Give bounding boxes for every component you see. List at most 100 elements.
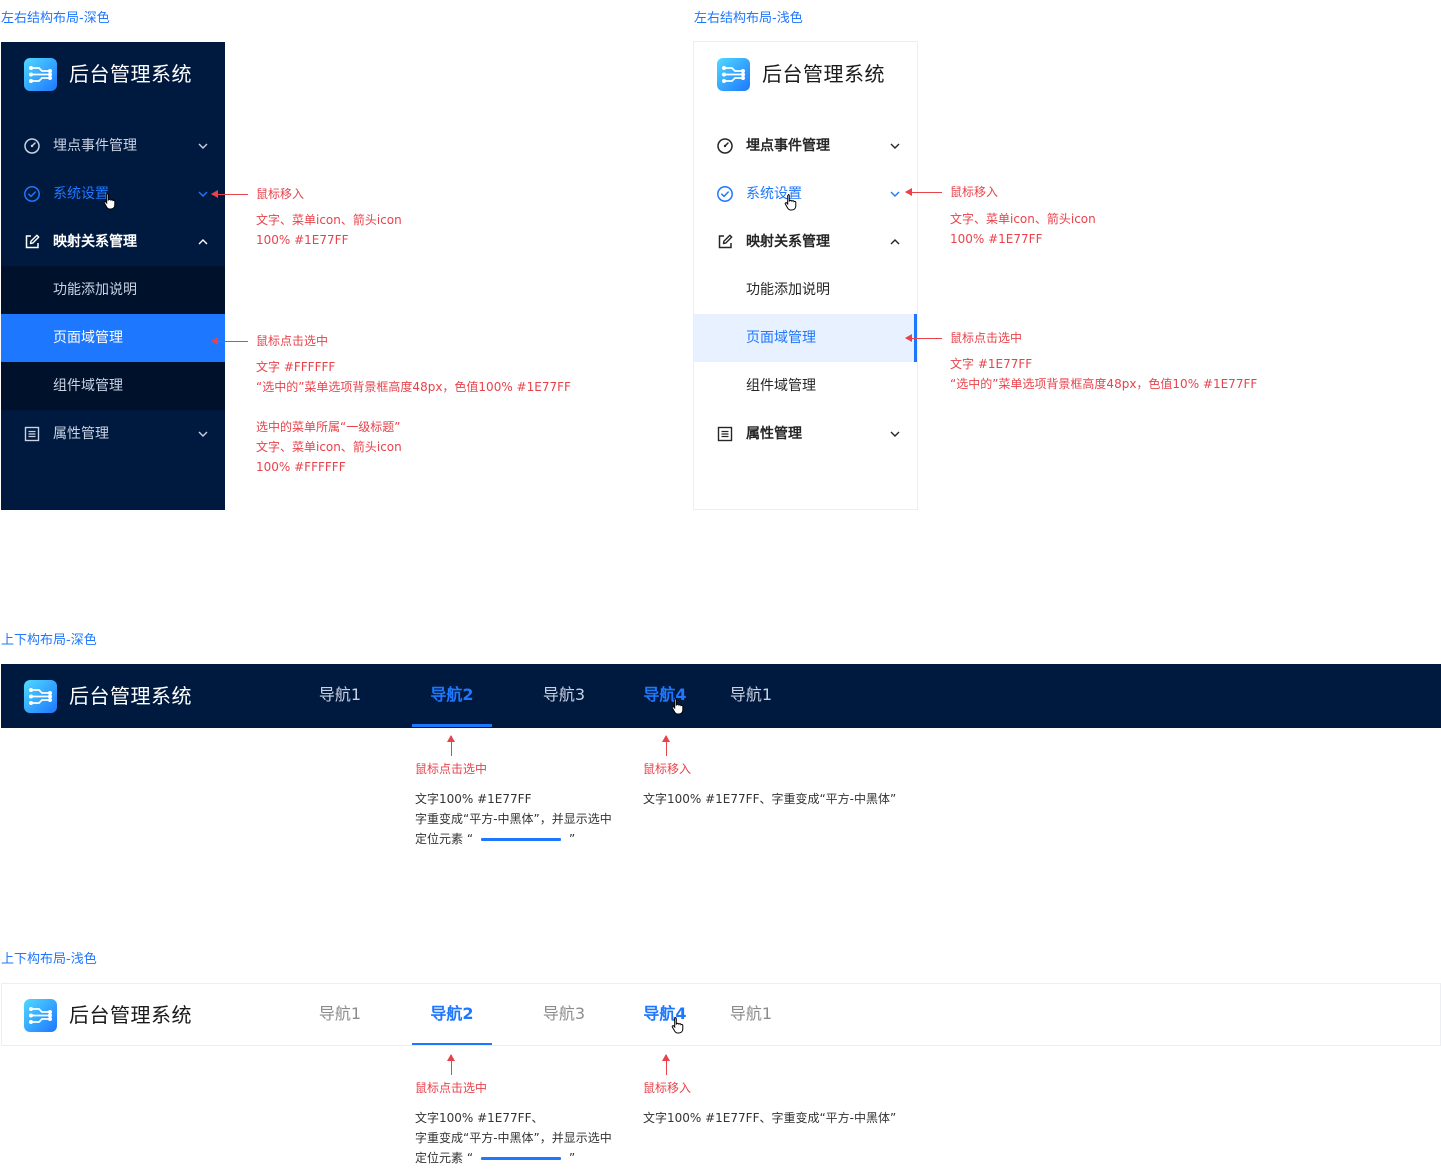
annotation-text: 文字 #FFFFFF xyxy=(256,360,336,374)
section-title-side-light: 左右结构布局-浅色 xyxy=(694,11,803,26)
section-title-top-dark: 上下构布局-深色 xyxy=(1,633,97,648)
annotation-text: 鼠标移入 xyxy=(643,1081,692,1095)
nav-item-3[interactable]: 导航3 xyxy=(525,984,603,1045)
menu-label: 系统设置 xyxy=(53,186,109,202)
chevron-down-icon[interactable] xyxy=(889,140,901,152)
section-title-top-light: 上下构布局-浅色 xyxy=(1,952,97,967)
annotation-text: 文字100% #1E77FF xyxy=(415,792,532,806)
annotation-text: 字重变成“平方-中黑体”，并显示选中 xyxy=(415,812,612,826)
menu-item-system-settings[interactable]: 系统设置 xyxy=(1,170,225,218)
menu-label: 映射关系管理 xyxy=(53,234,137,250)
annotation-text: ” xyxy=(569,1151,576,1165)
annotation-text: 文字、菜单icon、箭头icon xyxy=(256,213,402,227)
dashboard-gauge-icon xyxy=(717,138,733,154)
menu-item-attributes[interactable]: 属性管理 xyxy=(694,410,917,458)
annotation-text: 文字100% #1E77FF、字重变成“平方-中黑体” xyxy=(643,1111,897,1125)
menu-label: 映射关系管理 xyxy=(746,234,830,250)
nav-item-3[interactable]: 导航3 xyxy=(525,664,603,728)
annotation-text: 文字100% #1E77FF、 xyxy=(415,1111,544,1125)
chevron-down-icon[interactable] xyxy=(197,140,209,152)
nav-label: 导航3 xyxy=(542,685,586,704)
nav-label: 导航3 xyxy=(542,1004,586,1023)
edit-icon xyxy=(718,234,733,249)
chevron-down-icon[interactable] xyxy=(197,428,209,440)
nav-label: 导航2 xyxy=(430,1004,474,1023)
list-icon xyxy=(24,426,40,442)
menu-label: 属性管理 xyxy=(746,426,802,442)
submenu-item-page-domain[interactable]: 页面域管理 xyxy=(1,314,225,362)
hand-cursor-icon xyxy=(671,1017,684,1034)
submenu-item-component-domain[interactable]: 组件域管理 xyxy=(694,362,917,410)
annotation-text: 定位元素 “ xyxy=(415,1151,474,1165)
annotation-arrow xyxy=(447,1054,455,1075)
annotation-text: 鼠标点击选中 xyxy=(256,334,329,348)
annotation-text: 鼠标点击选中 xyxy=(415,762,488,776)
menu-label: 页面域管理 xyxy=(53,330,123,346)
hand-cursor-icon xyxy=(784,194,797,211)
menu-label: 埋点事件管理 xyxy=(746,138,830,154)
network-logo-icon[interactable] xyxy=(24,999,57,1032)
annotation-text: 文字100% #1E77FF、字重变成“平方-中黑体” xyxy=(643,792,897,806)
annotation-text: 选中的菜单所属“一级标题” xyxy=(256,420,401,434)
annotation-arrow xyxy=(905,188,942,196)
annotation-arrow xyxy=(211,337,248,345)
section-title-side-dark: 左右结构布局-深色 xyxy=(1,11,110,26)
chevron-down-icon[interactable] xyxy=(889,188,901,200)
check-circle-icon xyxy=(24,186,40,202)
chevron-up-icon[interactable] xyxy=(889,236,901,248)
menu-item-event-tracking[interactable]: 埋点事件管理 xyxy=(694,122,917,170)
annotation-arrow xyxy=(211,190,248,198)
chevron-up-icon[interactable] xyxy=(197,236,209,248)
menu-item-mapping[interactable]: 映射关系管理 xyxy=(694,218,917,266)
menu-item-mapping[interactable]: 映射关系管理 xyxy=(1,218,225,266)
chevron-down-icon[interactable] xyxy=(197,188,209,200)
nav-label: 导航2 xyxy=(430,685,474,704)
menu-item-attributes[interactable]: 属性管理 xyxy=(1,410,225,458)
submenu-item-feature-desc[interactable]: 功能添加说明 xyxy=(694,266,917,314)
submenu-item-component-domain[interactable]: 组件域管理 xyxy=(1,362,225,410)
annotation-text: 100% #FFFFFF xyxy=(256,460,346,474)
network-logo-icon[interactable] xyxy=(24,680,57,713)
dashboard-gauge-icon xyxy=(24,138,40,154)
network-logo-icon xyxy=(24,58,57,91)
nav-label: 导航1 xyxy=(729,685,773,704)
annotation-text: 文字 #1E77FF xyxy=(950,357,1033,371)
sidebar-logo[interactable]: 后台管理系统 xyxy=(1,42,225,106)
submenu-item-feature-desc[interactable]: 功能添加说明 xyxy=(1,266,225,314)
annotation-arrow xyxy=(662,1054,670,1075)
indicator-sample xyxy=(481,1157,562,1160)
annotation-text: 鼠标点击选中 xyxy=(415,1081,488,1095)
menu-label: 属性管理 xyxy=(53,426,109,442)
submenu-item-page-domain[interactable]: 页面域管理 xyxy=(694,314,917,362)
nav-item-5[interactable]: 导航1 xyxy=(715,664,787,728)
annotation-text: 定位元素 “ xyxy=(415,832,474,846)
menu-item-event-tracking[interactable]: 埋点事件管理 xyxy=(1,122,225,170)
nav-item-4[interactable]: 导航4 xyxy=(627,984,703,1045)
annotation-text: 100% #1E77FF xyxy=(256,233,349,247)
network-logo-icon xyxy=(717,58,750,91)
nav-item-2[interactable]: 导航2 xyxy=(412,664,492,728)
annotation-text: 定位元素 “ ” xyxy=(415,1148,575,1168)
app-title: 后台管理系统 xyxy=(69,684,192,708)
annotation-text: 定位元素 “ ” xyxy=(415,829,575,849)
menu-label: 功能添加说明 xyxy=(746,282,830,298)
nav-item-5[interactable]: 导航1 xyxy=(715,984,787,1045)
nav-active-indicator xyxy=(412,1043,492,1045)
app-title: 后台管理系统 xyxy=(69,62,192,86)
topbar-light: 后台管理系统 导航1 导航2 导航3 导航4 导航1 xyxy=(1,983,1441,1046)
annotation-text: “选中的”菜单选项背景框高度48px，色值10% #1E77FF xyxy=(950,377,1258,391)
nav-item-2[interactable]: 导航2 xyxy=(412,984,492,1045)
edit-icon xyxy=(25,234,40,249)
topbar-dark: 后台管理系统 导航1 导航2 导航3 导航4 导航1 xyxy=(1,664,1441,728)
annotation-arrow xyxy=(662,735,670,756)
chevron-down-icon[interactable] xyxy=(889,428,901,440)
menu-item-system-settings[interactable]: 系统设置 xyxy=(694,170,917,218)
app-title: 后台管理系统 xyxy=(762,62,885,86)
annotation-arrow xyxy=(905,334,942,342)
nav-item-1[interactable]: 导航1 xyxy=(301,664,379,728)
nav-item-1[interactable]: 导航1 xyxy=(301,984,379,1045)
sidebar-logo[interactable]: 后台管理系统 xyxy=(694,42,917,106)
nav-item-4[interactable]: 导航4 xyxy=(627,664,703,728)
annotation-text: 文字、菜单icon、箭头icon xyxy=(950,212,1096,226)
nav-label: 导航1 xyxy=(318,1004,362,1023)
